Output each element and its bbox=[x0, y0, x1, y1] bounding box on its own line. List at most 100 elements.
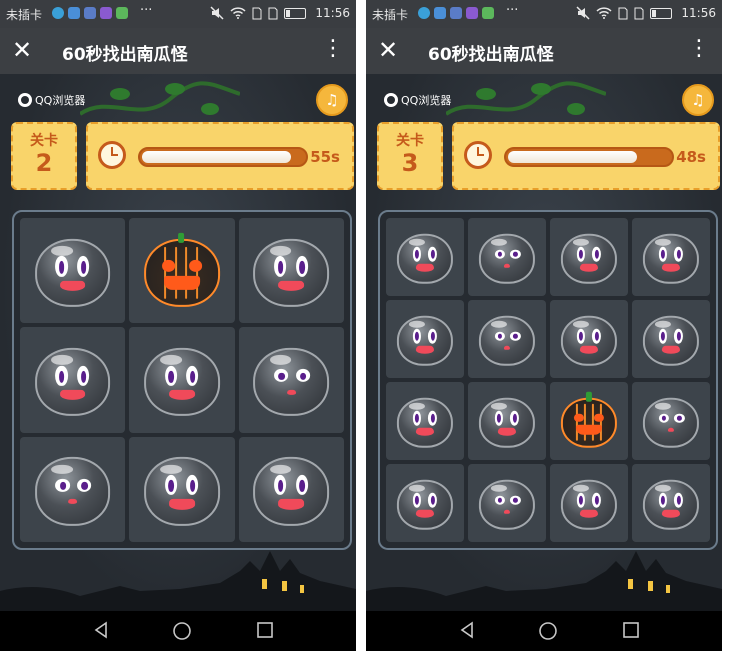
blob-shine bbox=[491, 485, 507, 492]
blob-eye bbox=[658, 492, 668, 508]
grid-cell[interactable] bbox=[129, 436, 235, 542]
music-note-icon[interactable]: ♫ bbox=[682, 84, 714, 116]
back-triangle-icon[interactable] bbox=[92, 621, 110, 643]
sim-icon bbox=[634, 7, 644, 19]
grid-cell[interactable] bbox=[20, 436, 126, 542]
status-bar: 未插卡 ··· 11:56 bbox=[366, 0, 722, 28]
grid-cell-pumpkin[interactable] bbox=[129, 218, 235, 324]
blob-monster bbox=[560, 315, 618, 366]
haunted-skyline-decoration bbox=[366, 551, 722, 611]
home-circle-icon[interactable] bbox=[172, 621, 192, 645]
grid-cell[interactable] bbox=[468, 382, 546, 460]
grid-cell[interactable] bbox=[238, 436, 344, 542]
system-icons bbox=[210, 6, 306, 20]
grid-cell[interactable] bbox=[238, 327, 344, 433]
grid-cell[interactable] bbox=[20, 327, 126, 433]
time-progress-fill bbox=[508, 151, 637, 163]
blob-eye bbox=[674, 413, 685, 423]
home-circle-icon[interactable] bbox=[538, 621, 558, 645]
app-notify-icon bbox=[84, 7, 96, 19]
android-nav-bar bbox=[0, 611, 356, 651]
blob-shine bbox=[655, 321, 671, 328]
level-label: 关卡 bbox=[396, 133, 424, 149]
blob-eye bbox=[428, 328, 437, 344]
pumpkin-stem bbox=[178, 232, 185, 243]
blob-shine bbox=[51, 464, 73, 475]
grid-cell-pumpkin[interactable] bbox=[550, 382, 628, 460]
blob-eye bbox=[658, 413, 669, 423]
more-vert-icon[interactable]: ⋮ bbox=[688, 36, 710, 62]
blob-eye bbox=[164, 474, 177, 496]
grid-cell[interactable] bbox=[386, 218, 464, 296]
grid-cell[interactable] bbox=[386, 300, 464, 378]
clock-time: 11:56 bbox=[315, 6, 350, 20]
blob-eye bbox=[295, 256, 308, 277]
sim-icon bbox=[252, 7, 262, 19]
grid-cell[interactable] bbox=[632, 382, 710, 460]
pumpkin-eye bbox=[594, 413, 604, 422]
recent-square-icon[interactable] bbox=[256, 621, 274, 643]
grid-cell[interactable] bbox=[632, 300, 710, 378]
browser-brand: QQ浏览器 bbox=[384, 92, 451, 108]
blob-shine bbox=[655, 239, 671, 246]
blob-eye bbox=[412, 410, 422, 426]
grid-cell[interactable] bbox=[129, 327, 235, 433]
grid-cell[interactable] bbox=[468, 300, 546, 378]
time-remaining: 48s bbox=[676, 148, 706, 166]
blob-eye bbox=[412, 492, 422, 508]
grid-cell[interactable] bbox=[632, 464, 710, 542]
notification-icons bbox=[52, 7, 128, 19]
sim-icon bbox=[618, 7, 628, 19]
grid-cell[interactable] bbox=[632, 218, 710, 296]
blob-monster bbox=[253, 238, 330, 307]
title-bar: ✕ 60秒找出南瓜怪 ⋮ bbox=[0, 28, 356, 74]
blob-mouth bbox=[661, 264, 681, 272]
grid-cell[interactable] bbox=[550, 300, 628, 378]
grid-cell[interactable] bbox=[386, 464, 464, 542]
brand-label: QQ浏览器 bbox=[35, 94, 86, 107]
grid-cell[interactable] bbox=[550, 218, 628, 296]
back-triangle-icon[interactable] bbox=[458, 621, 476, 643]
grid-cell[interactable] bbox=[468, 464, 546, 542]
app-notify-icon bbox=[450, 7, 462, 19]
app-notify-icon bbox=[68, 7, 80, 19]
grid-cell[interactable] bbox=[238, 218, 344, 324]
close-icon[interactable]: ✕ bbox=[12, 37, 32, 63]
blob-mouth bbox=[503, 510, 511, 514]
carrier-text: 未插卡 bbox=[372, 8, 409, 22]
blob-monster bbox=[34, 347, 111, 417]
blob-eye bbox=[576, 492, 586, 508]
girl-blob-monster bbox=[478, 479, 536, 530]
level-number: 2 bbox=[35, 149, 53, 177]
blob-eye bbox=[76, 478, 92, 492]
blob-eye bbox=[164, 365, 177, 386]
battery-icon bbox=[284, 7, 306, 19]
close-icon[interactable]: ✕ bbox=[378, 37, 398, 63]
blob-shine bbox=[573, 485, 589, 492]
blob-eye bbox=[510, 331, 521, 341]
carrier-text: 未插卡 bbox=[6, 8, 43, 22]
monster-grid bbox=[386, 218, 710, 542]
grid-cell[interactable] bbox=[386, 382, 464, 460]
blob-monster bbox=[34, 238, 111, 307]
grid-cell[interactable] bbox=[20, 218, 126, 324]
pumpkin-rib bbox=[583, 403, 586, 442]
blob-eye bbox=[674, 492, 683, 508]
recent-square-icon[interactable] bbox=[622, 621, 640, 643]
more-notifications: ··· bbox=[140, 3, 153, 18]
grid-cell[interactable] bbox=[550, 464, 628, 542]
wifi-icon bbox=[596, 7, 612, 19]
grid-cell[interactable] bbox=[468, 218, 546, 296]
music-note-icon[interactable]: ♫ bbox=[316, 84, 348, 116]
more-vert-icon[interactable]: ⋮ bbox=[322, 36, 344, 62]
game-area: QQ浏览器 ♫ 关卡 3 48s bbox=[366, 74, 722, 611]
blob-mouth bbox=[287, 389, 296, 395]
blob-mouth bbox=[503, 264, 511, 268]
sim-icon bbox=[268, 7, 278, 19]
blob-shine bbox=[491, 403, 507, 410]
blob-eye bbox=[658, 328, 668, 344]
blob-eye bbox=[510, 495, 521, 505]
blob-mouth bbox=[68, 499, 77, 505]
blob-monster bbox=[144, 457, 220, 526]
blob-mouth bbox=[579, 510, 599, 518]
